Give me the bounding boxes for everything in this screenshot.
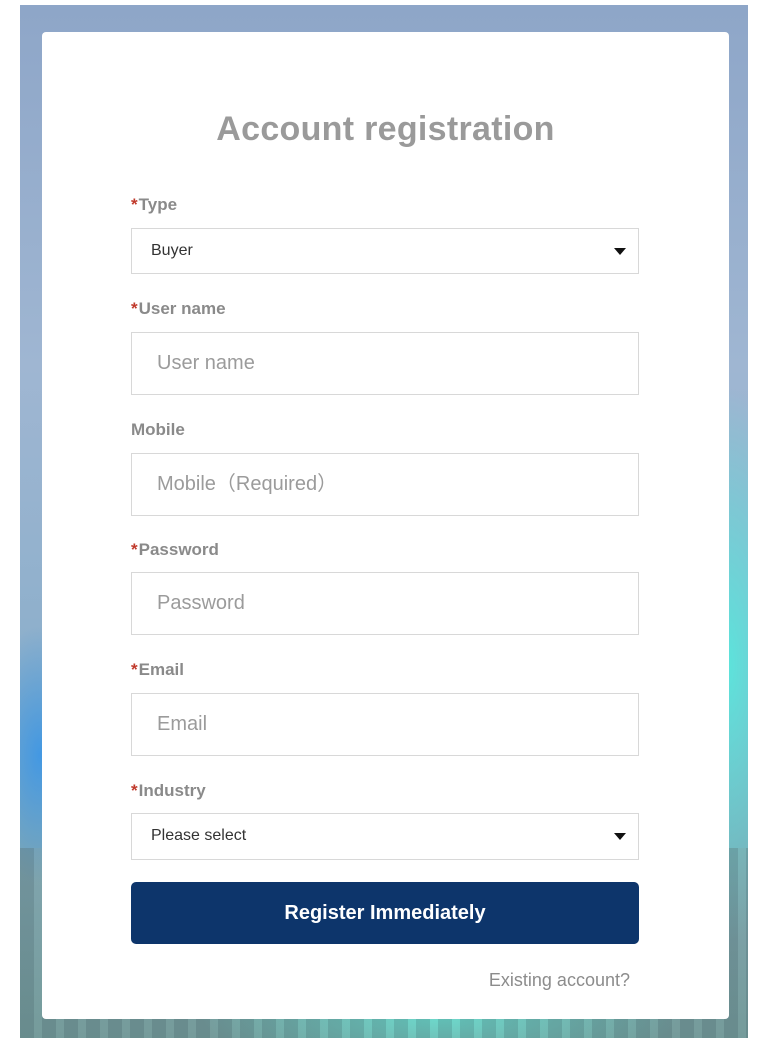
industry-select-value: Please select — [151, 827, 247, 844]
industry-label-text: Industry — [138, 781, 206, 800]
required-mark: * — [131, 781, 138, 800]
existing-account-link[interactable]: Existing account? — [489, 970, 630, 991]
mobile-label: Mobile — [131, 420, 185, 440]
mobile-input[interactable] — [132, 454, 638, 515]
username-field-box — [131, 332, 639, 395]
type-label: *Type — [131, 195, 177, 215]
email-input[interactable] — [132, 694, 638, 755]
type-label-text: Type — [138, 195, 178, 214]
password-field-box — [131, 572, 639, 635]
password-label: *Password — [131, 540, 219, 560]
password-label-text: Password — [138, 540, 219, 559]
caret-down-icon — [614, 248, 626, 255]
username-label-text: User name — [138, 299, 226, 318]
page-title: Account registration — [216, 110, 555, 148]
required-mark: * — [131, 540, 138, 559]
caret-down-icon — [614, 833, 626, 840]
mobile-label-text: Mobile — [131, 420, 185, 439]
industry-select[interactable]: Please select — [131, 813, 639, 860]
mobile-field-box — [131, 453, 639, 516]
email-label-text: Email — [138, 660, 184, 679]
required-mark: * — [131, 299, 138, 318]
registration-card: Account registration *Type Buyer *User n… — [42, 32, 729, 1019]
email-label: *Email — [131, 660, 184, 680]
username-label: *User name — [131, 299, 226, 319]
password-input[interactable] — [132, 573, 638, 634]
type-select-value: Buyer — [151, 242, 193, 259]
required-mark: * — [131, 195, 138, 214]
type-select[interactable]: Buyer — [131, 228, 639, 274]
email-field-box — [131, 693, 639, 756]
register-button[interactable]: Register Immediately — [131, 882, 639, 944]
required-mark: * — [131, 660, 138, 679]
username-input[interactable] — [132, 333, 638, 394]
industry-label: *Industry — [131, 781, 206, 801]
